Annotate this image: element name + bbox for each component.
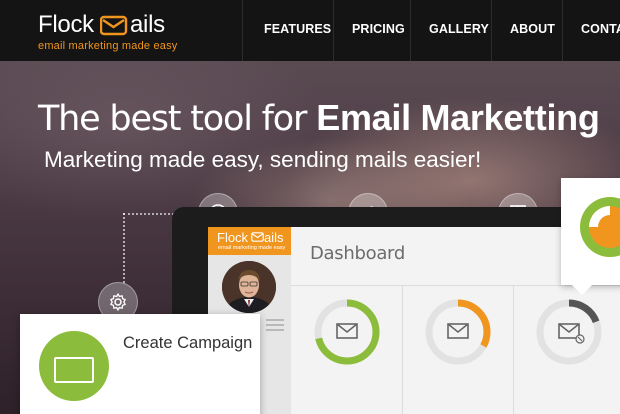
create-campaign-card[interactable]: Create Campaign xyxy=(20,314,260,414)
hero-title-bold: Email Marketting xyxy=(316,97,600,138)
logo[interactable]: Flock ails email marketing made easy xyxy=(38,10,178,54)
nav-divider xyxy=(410,0,411,61)
hero-subtitle: Marketing made easy, sending mails easie… xyxy=(44,147,482,172)
divider xyxy=(291,285,620,286)
nav-divider xyxy=(333,0,334,61)
nav-item-about[interactable]: ABOUT xyxy=(510,22,555,36)
pie-chart-icon xyxy=(580,197,620,257)
envelope-icon xyxy=(251,232,264,242)
dashboard-logo-tagline: email marketing made easy xyxy=(218,245,286,251)
nav-divider xyxy=(242,0,243,61)
sidebar-text-lines xyxy=(266,319,284,339)
logo-text-flock: Flock xyxy=(38,11,94,38)
stats-card xyxy=(561,178,620,285)
nav-item-contact[interactable]: CONTACT xyxy=(581,22,620,36)
avatar[interactable] xyxy=(222,261,276,313)
hero-title-light: The best tool for xyxy=(38,99,307,139)
nav-divider xyxy=(562,0,563,61)
logo-tagline: email marketing made easy xyxy=(38,40,178,52)
stat-ring-opened xyxy=(425,299,491,365)
stats-card-pointer xyxy=(572,285,592,295)
connector-line xyxy=(123,213,125,283)
stat-ring-sent xyxy=(314,299,380,365)
create-campaign-label[interactable]: Create Campaign xyxy=(123,334,252,353)
nav-divider xyxy=(491,0,492,61)
nav-item-features[interactable]: FEATURES xyxy=(264,22,331,36)
dashboard-logo-text-flock: Flock xyxy=(217,230,249,245)
dashboard-logo-text-ails: ails xyxy=(264,230,284,245)
envelope-icon xyxy=(100,15,128,36)
campaign-icon xyxy=(39,331,109,401)
dashboard-logo: Flock ails email marketing made easy xyxy=(208,227,291,255)
logo-text-ails: ails xyxy=(130,11,165,38)
divider xyxy=(402,285,403,414)
dashboard-title: Dashboard xyxy=(310,243,405,264)
site-header: Flock ails email marketing made easy FEA… xyxy=(0,0,620,61)
nav-item-gallery[interactable]: GALLERY xyxy=(429,22,489,36)
divider xyxy=(513,285,514,414)
hero-title: The best tool for Email Marketting xyxy=(38,97,600,140)
nav-item-pricing[interactable]: PRICING xyxy=(352,22,405,36)
stat-ring-bounced xyxy=(536,299,602,365)
dashboard-screen: Flock ails email marketing made easy Das… xyxy=(208,227,620,414)
